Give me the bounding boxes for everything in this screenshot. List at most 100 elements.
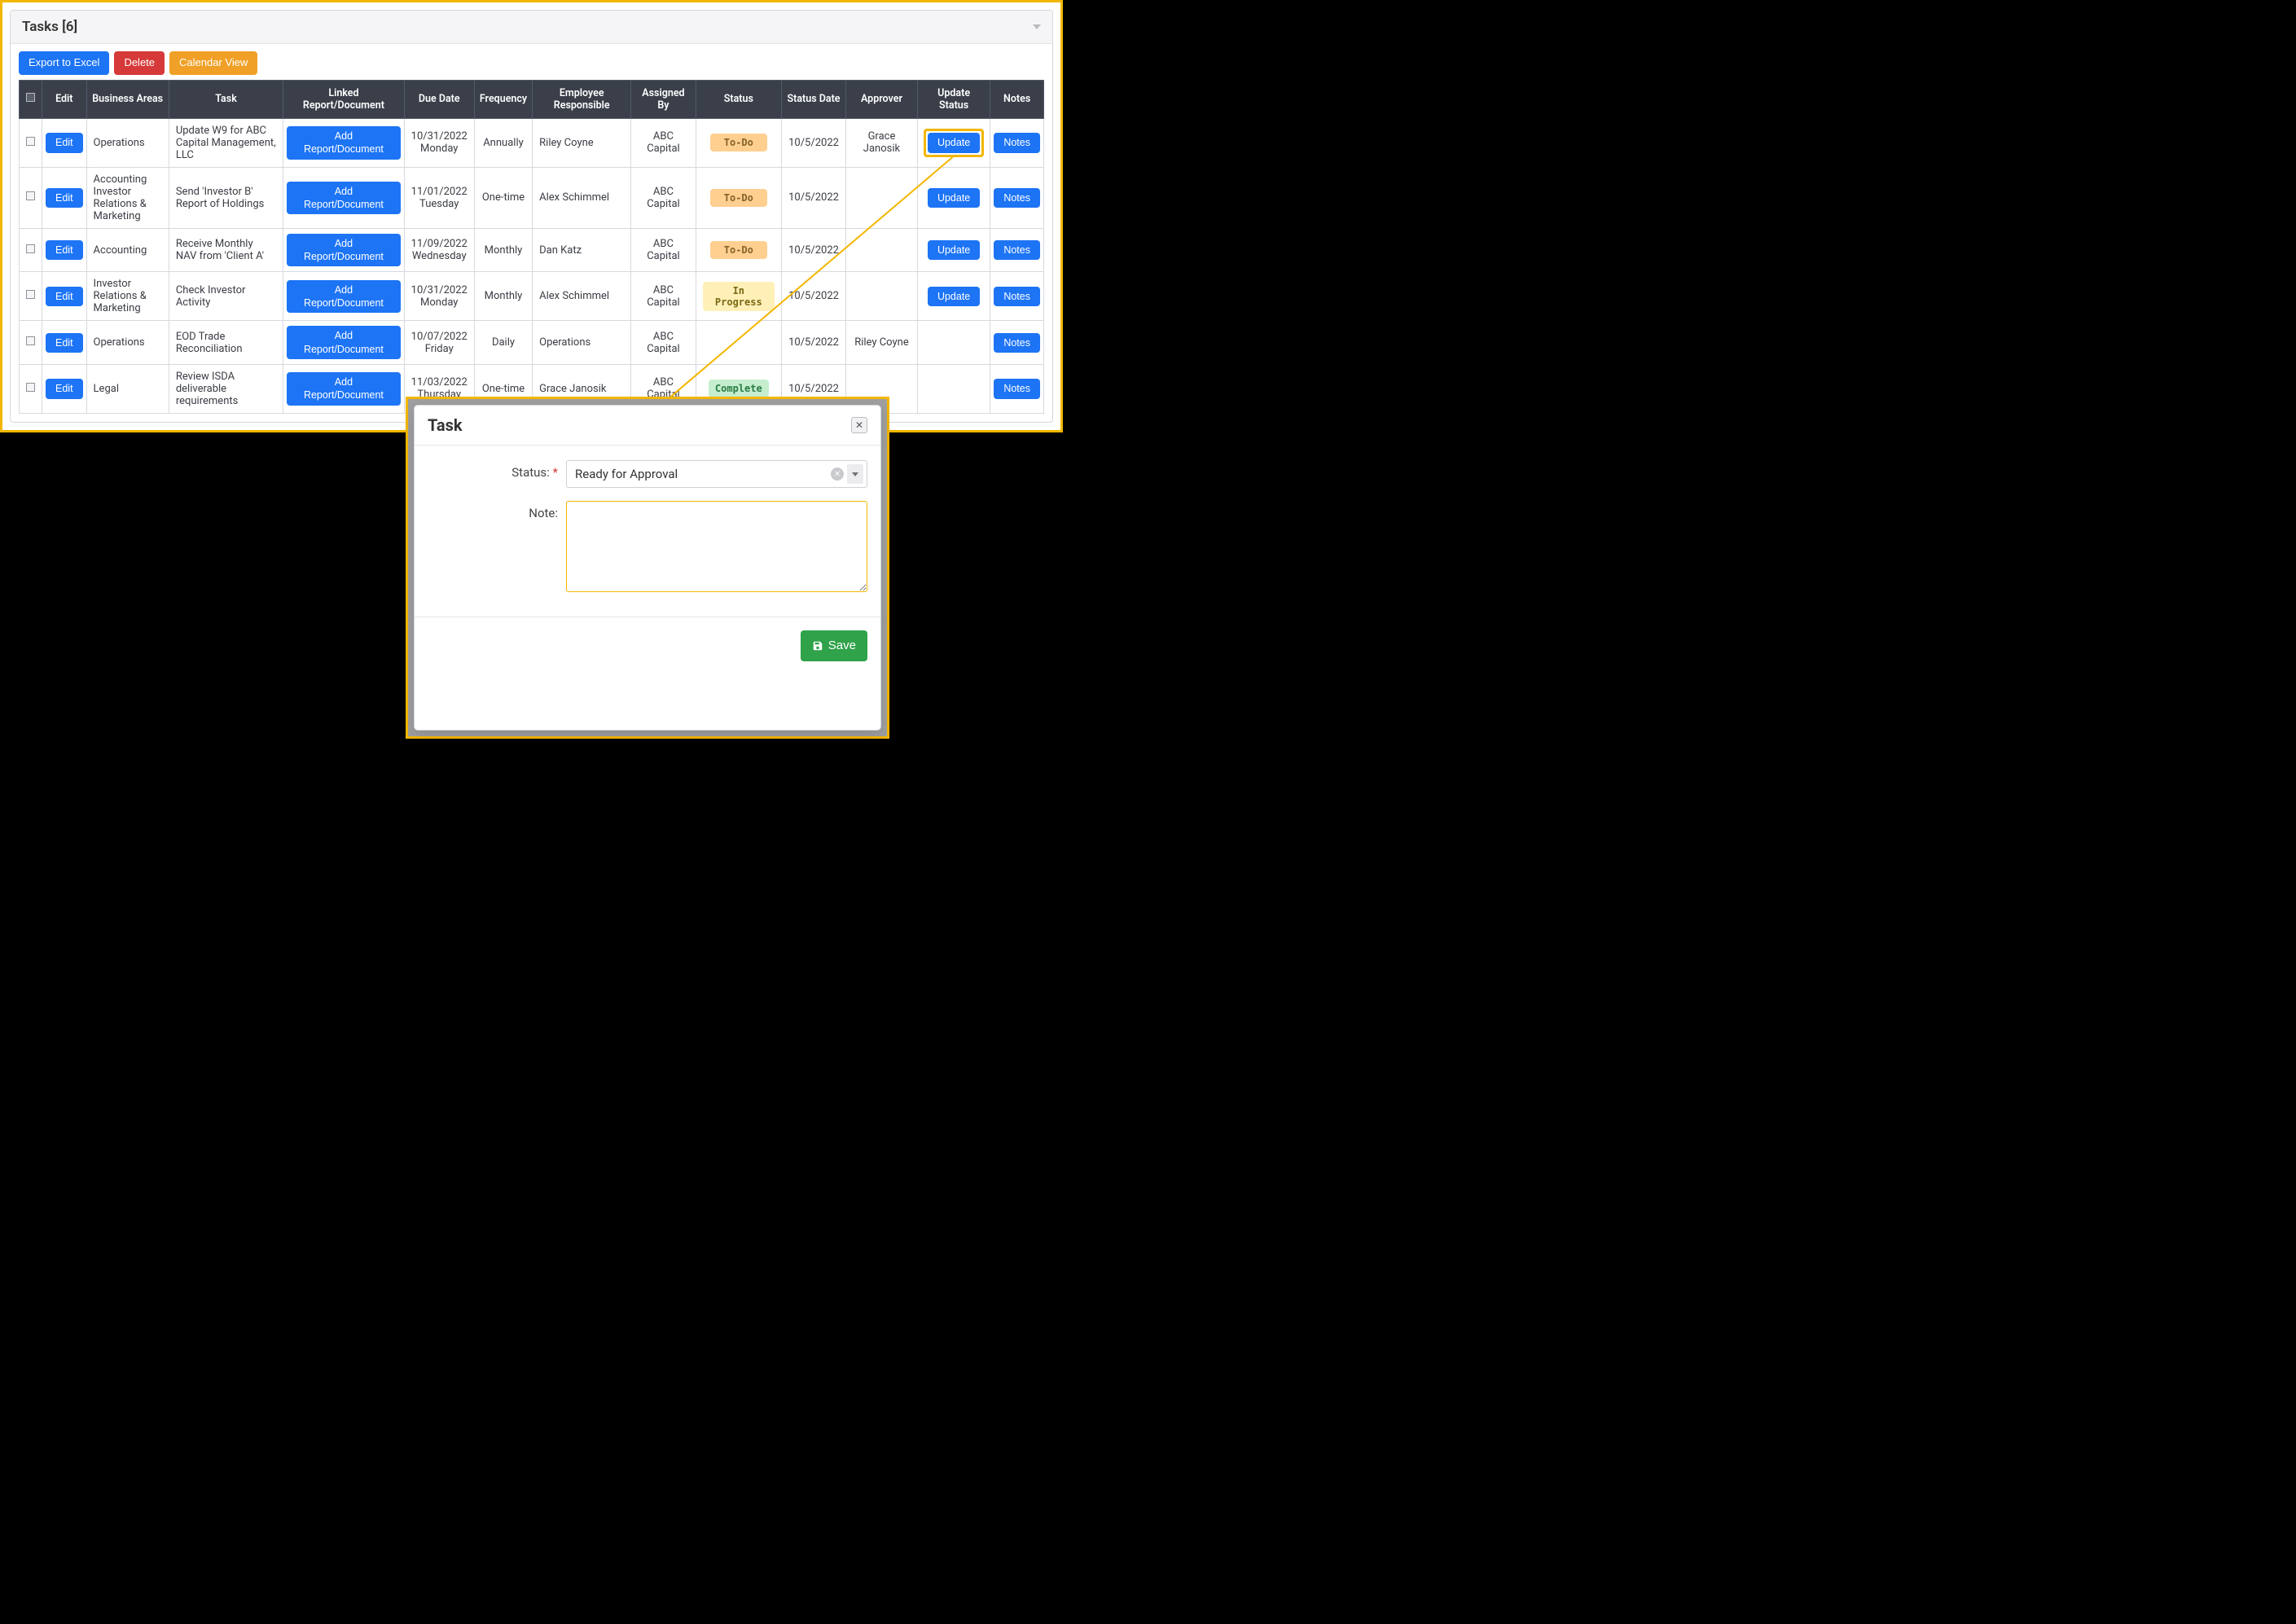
cell-due-date: 11/01/2022Tuesday [404, 167, 474, 228]
cell-status: To-Do [696, 118, 782, 167]
notes-button[interactable]: Notes [994, 188, 1040, 208]
status-badge: To-Do [710, 189, 767, 207]
cell-status-date: 10/5/2022 [782, 167, 846, 228]
note-textarea[interactable] [566, 501, 867, 592]
add-report-button[interactable]: Add Report/Document [287, 372, 400, 406]
row-checkbox[interactable] [26, 191, 35, 200]
status-badge: To-Do [710, 134, 767, 151]
add-report-button[interactable]: Add Report/Document [287, 126, 400, 160]
cell-due-date: 10/07/2022Friday [404, 321, 474, 365]
select-all-checkbox[interactable] [26, 93, 35, 102]
cell-task: Check Investor Activity [169, 272, 283, 321]
update-button[interactable]: Update [928, 240, 980, 260]
cell-due-date: 10/31/2022Monday [404, 272, 474, 321]
col-linked: Linked Report/Document [283, 80, 404, 118]
cell-task: Update W9 for ABC Capital Management, LL… [169, 118, 283, 167]
cell-business-area: Accounting [86, 228, 169, 272]
cell-status: In Progress [696, 272, 782, 321]
delete-button[interactable]: Delete [114, 51, 165, 75]
edit-button[interactable]: Edit [46, 333, 83, 353]
cell-approver: Riley Coyne [845, 321, 917, 365]
edit-button[interactable]: Edit [46, 379, 83, 398]
add-report-button[interactable]: Add Report/Document [287, 326, 400, 359]
panel-title: Tasks [6] [22, 19, 77, 35]
panel-header: Tasks [6] [11, 11, 1052, 44]
add-report-button[interactable]: Add Report/Document [287, 234, 400, 267]
col-biz: Business Areas [86, 80, 169, 118]
calendar-view-button[interactable]: Calendar View [169, 51, 257, 75]
modal-header: Task ✕ [415, 406, 880, 446]
export-excel-button[interactable]: Export to Excel [19, 51, 109, 75]
table-row: EditOperationsUpdate W9 for ABC Capital … [20, 118, 1044, 167]
note-label: Note: [428, 501, 558, 520]
col-edit: Edit [42, 80, 87, 118]
table-header-row: Edit Business Areas Task Linked Report/D… [20, 80, 1044, 118]
edit-button[interactable]: Edit [46, 133, 83, 152]
save-button[interactable]: Save [801, 630, 867, 661]
cell-status: To-Do [696, 228, 782, 272]
notes-button[interactable]: Notes [994, 333, 1040, 353]
cell-employee: Alex Schimmel [533, 272, 631, 321]
cell-due-date: 10/31/2022Monday [404, 118, 474, 167]
cell-status-date: 10/5/2022 [782, 272, 846, 321]
chevron-down-icon [852, 472, 858, 476]
edit-button[interactable]: Edit [46, 240, 83, 260]
cell-employee: Operations [533, 321, 631, 365]
status-value: Ready for Approval [575, 467, 678, 481]
col-emp: Employee Responsible [533, 80, 631, 118]
tasks-table: Edit Business Areas Task Linked Report/D… [19, 80, 1044, 414]
edit-button[interactable]: Edit [46, 188, 83, 208]
cell-update-status [917, 364, 990, 413]
update-button[interactable]: Update [928, 188, 980, 208]
status-clear-icon[interactable]: ✕ [831, 467, 844, 481]
modal-footer: Save [415, 617, 880, 674]
add-report-button[interactable]: Add Report/Document [287, 182, 400, 215]
update-button[interactable]: Update [928, 287, 980, 306]
cell-update-status: Update [917, 118, 990, 167]
cell-approver [845, 228, 917, 272]
cell-task: Send 'Investor B' Report of Holdings [169, 167, 283, 228]
edit-button[interactable]: Edit [46, 287, 83, 306]
cell-status [696, 321, 782, 365]
update-button[interactable]: Update [928, 133, 980, 152]
col-freq: Frequency [474, 80, 532, 118]
status-badge: To-Do [710, 241, 767, 259]
cell-frequency: Daily [474, 321, 532, 365]
status-label: Status: * [428, 460, 558, 480]
add-report-button[interactable]: Add Report/Document [287, 280, 400, 314]
col-sdate: Status Date [782, 80, 846, 118]
status-dropdown-icon[interactable] [847, 464, 863, 484]
cell-assigned-by: ABC Capital [631, 118, 696, 167]
cell-business-area: Legal [86, 364, 169, 413]
cell-assigned-by: ABC Capital [631, 228, 696, 272]
modal-close-button[interactable]: ✕ [851, 417, 867, 433]
cell-status-date: 10/5/2022 [782, 228, 846, 272]
col-task: Task [169, 80, 283, 118]
row-checkbox[interactable] [26, 244, 35, 253]
col-status: Status [696, 80, 782, 118]
row-checkbox[interactable] [26, 336, 35, 345]
modal-title: Task [428, 415, 463, 435]
row-checkbox[interactable] [26, 383, 35, 392]
collapse-icon[interactable] [1033, 24, 1041, 29]
notes-button[interactable]: Notes [994, 133, 1040, 152]
col-notes: Notes [990, 80, 1044, 118]
col-asg: Assigned By [631, 80, 696, 118]
row-checkbox[interactable] [26, 137, 35, 146]
table-row: EditInvestor Relations & MarketingCheck … [20, 272, 1044, 321]
table-row: EditOperationsEOD Trade ReconciliationAd… [20, 321, 1044, 365]
status-badge: Complete [709, 380, 769, 397]
cell-task: Receive Monthly NAV from 'Client A' [169, 228, 283, 272]
cell-update-status: Update [917, 272, 990, 321]
notes-button[interactable]: Notes [994, 379, 1040, 398]
close-icon: ✕ [855, 419, 863, 431]
status-select[interactable]: Ready for Approval ✕ [566, 460, 867, 488]
notes-button[interactable]: Notes [994, 240, 1040, 260]
cell-approver: Grace Janosik [845, 118, 917, 167]
tasks-panel: Tasks [6] Export to Excel Delete Calenda… [10, 10, 1053, 423]
notes-button[interactable]: Notes [994, 287, 1040, 306]
cell-employee: Dan Katz [533, 228, 631, 272]
row-checkbox[interactable] [26, 290, 35, 299]
cell-assigned-by: ABC Capital [631, 321, 696, 365]
save-icon [812, 640, 823, 652]
